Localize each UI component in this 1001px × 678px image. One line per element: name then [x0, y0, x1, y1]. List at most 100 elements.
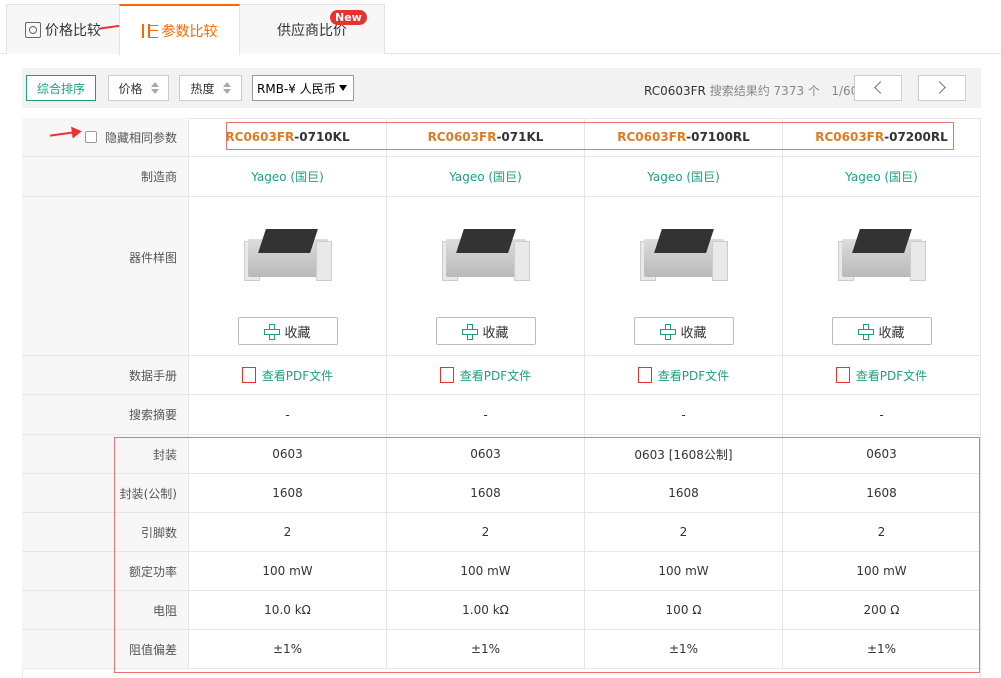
view-pdf-link[interactable]: 查看PDF文件: [439, 367, 531, 384]
datasheet-cell: 查看PDF文件: [387, 356, 585, 394]
pins-cell: 2: [387, 513, 585, 551]
summary-cell: -: [783, 395, 981, 434]
package-metric-cell: 1608: [783, 474, 981, 512]
part-prefix: RC0603FR: [815, 130, 885, 144]
manufacturer-name: Yageo (国巨): [845, 170, 918, 184]
row-label: 封装(公制): [22, 474, 189, 512]
package-cell: 0603: [387, 435, 585, 473]
part-number-cell[interactable]: RC0603FR-07100RL: [585, 118, 783, 156]
tab-param-compare[interactable]: 参数比较: [119, 4, 240, 55]
favorite-button[interactable]: 收藏: [831, 317, 932, 345]
part-number-cell[interactable]: RC0603FR-071KL: [387, 118, 585, 156]
next-page-button[interactable]: [918, 75, 966, 101]
row-label: 额定功率: [22, 552, 189, 590]
view-pdf-link[interactable]: 查看PDF文件: [637, 367, 730, 384]
resistor-chip-image[interactable]: [834, 211, 930, 307]
row-label: 器件样图: [22, 197, 189, 355]
hide-same-checkbox[interactable]: [84, 131, 97, 143]
tab-param-label: 参数比较: [161, 23, 218, 40]
view-pdf-label: 查看PDF文件: [657, 368, 730, 383]
part-prefix: RC0603FR: [225, 130, 295, 144]
power-cell: 100 mW: [387, 552, 585, 590]
sort-heat-button[interactable]: 热度: [179, 75, 242, 101]
datasheet-cell: 查看PDF文件: [189, 356, 387, 394]
resistor-chip-image[interactable]: [240, 211, 336, 307]
result-info: RC0603FR 搜索结果约 7373 个 1/60: [644, 82, 858, 99]
table-row-package: 封装 0603 0603 0603 [1608公制] 0603: [22, 435, 981, 474]
table-row-manufacturer: 制造商 Yageo (国巨) Yageo (国巨) Yageo (国巨) Yag…: [22, 157, 981, 197]
product-image-cell: 收藏: [783, 197, 981, 355]
table-row-resistance: 电阻 10.0 kΩ 1.00 kΩ 100 Ω 200 Ω: [22, 591, 981, 630]
currency-select[interactable]: RMB-¥ 人民币: [252, 75, 354, 101]
part-number-cell[interactable]: RC0603FR-0710KL: [189, 118, 387, 156]
favorite-button[interactable]: 收藏: [237, 317, 338, 345]
resistance-cell: 100 Ω: [585, 591, 783, 629]
row-label: 引脚数: [22, 513, 189, 551]
part-prefix: RC0603FR: [617, 130, 687, 144]
pins-cell: 2: [783, 513, 981, 551]
package-metric-cell: 1608: [189, 474, 387, 512]
chevron-right-icon: [933, 81, 946, 94]
row-label: 阻值偏差: [22, 630, 189, 668]
package-cell: 0603 [1608公制]: [585, 435, 783, 473]
tab-price-label: 价格比较: [45, 22, 101, 39]
table-row-summary: 搜索摘要 - - - -: [22, 395, 981, 435]
row-label: 封装: [22, 435, 189, 473]
table-row-tolerance: 阻值偏差 ±1% ±1% ±1% ±1%: [22, 630, 981, 669]
manufacturer-link[interactable]: Yageo (国巨): [189, 157, 387, 196]
sort-updown-icon: [150, 82, 159, 94]
pdf-icon: [439, 367, 454, 383]
summary-cell: -: [387, 395, 585, 434]
view-pdf-label: 查看PDF文件: [261, 368, 334, 383]
plus-icon: [264, 324, 281, 340]
summary-cell: -: [189, 395, 387, 434]
chevron-left-icon: [874, 81, 887, 94]
row-label: 电阻: [22, 591, 189, 629]
prev-page-button[interactable]: [854, 75, 902, 101]
power-cell: 100 mW: [189, 552, 387, 590]
hide-same-params-toggle[interactable]: 隐藏相同参数: [22, 118, 189, 156]
tolerance-cell: ±1%: [387, 630, 585, 668]
search-query: RC0603FR: [644, 84, 706, 98]
part-suffix: -071KL: [496, 130, 544, 144]
sort-updown-icon: [222, 82, 231, 94]
row-label: 制造商: [22, 157, 189, 196]
datasheet-cell: 查看PDF文件: [783, 356, 981, 394]
row-label: 搜索摘要: [22, 395, 189, 434]
manufacturer-link[interactable]: Yageo (国巨): [585, 157, 783, 196]
table-row-part-number: 隐藏相同参数 RC0603FR-0710KL RC0603FR-071KL RC…: [22, 118, 981, 157]
favorite-label: 收藏: [284, 325, 311, 341]
product-image-cell: 收藏: [585, 197, 783, 355]
resistor-chip-image[interactable]: [438, 211, 534, 307]
view-pdf-label: 查看PDF文件: [855, 368, 928, 383]
pdf-icon: [835, 367, 850, 383]
package-cell: 0603: [783, 435, 981, 473]
hide-same-label: 隐藏相同参数: [104, 130, 177, 145]
currency-value: RMB-¥ 人民币: [257, 81, 336, 96]
power-cell: 100 mW: [783, 552, 981, 590]
view-pdf-link[interactable]: 查看PDF文件: [835, 367, 928, 384]
favorite-button[interactable]: 收藏: [633, 317, 734, 345]
product-image-cell: 收藏: [387, 197, 585, 355]
package-metric-cell: 1608: [387, 474, 585, 512]
favorite-button[interactable]: 收藏: [435, 317, 536, 345]
sort-price-button[interactable]: 价格: [108, 75, 169, 101]
favorite-label: 收藏: [680, 325, 707, 341]
price-tag-icon: [25, 21, 41, 38]
resistor-chip-image[interactable]: [636, 211, 732, 307]
sort-heat-label: 热度: [190, 81, 215, 96]
datasheet-cell: 查看PDF文件: [585, 356, 783, 394]
sort-price-label: 价格: [118, 81, 143, 96]
part-number-cell[interactable]: RC0603FR-07200RL: [783, 118, 981, 156]
row-label: 数据手册: [22, 356, 189, 394]
table-row-pins: 引脚数 2 2 2 2: [22, 513, 981, 552]
sort-comprehensive-button[interactable]: 综合排序: [26, 75, 96, 101]
result-count: 搜索结果约 7373 个: [709, 84, 820, 98]
manufacturer-link[interactable]: Yageo (国巨): [387, 157, 585, 196]
part-suffix: -07200RL: [884, 130, 948, 144]
view-pdf-link[interactable]: 查看PDF文件: [241, 367, 334, 384]
summary-cell: -: [585, 395, 783, 434]
manufacturer-link[interactable]: Yageo (国巨): [783, 157, 981, 196]
favorite-label: 收藏: [482, 325, 509, 341]
manufacturer-name: Yageo (国巨): [251, 170, 324, 184]
